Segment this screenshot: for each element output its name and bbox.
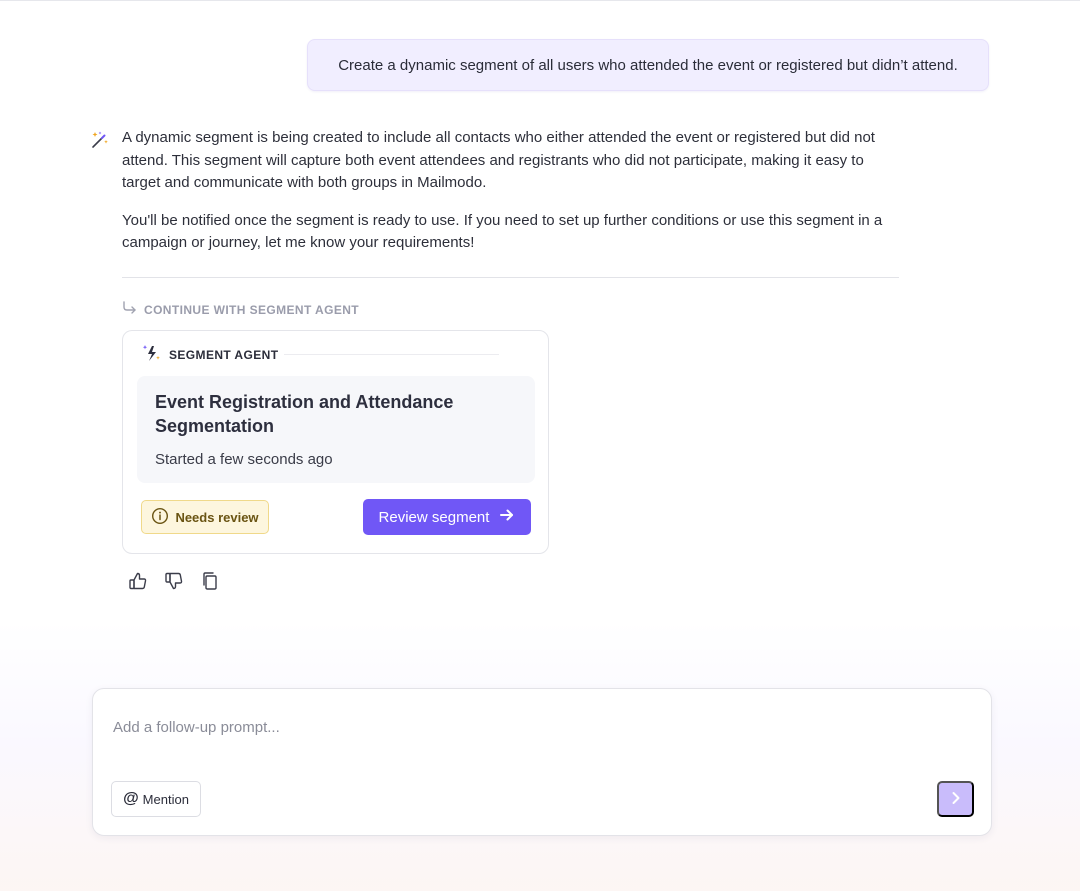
magic-wand-icon bbox=[90, 130, 110, 150]
status-badge: Needs review bbox=[141, 500, 269, 534]
sparkle-icon bbox=[141, 343, 161, 366]
review-segment-label: Review segment bbox=[378, 508, 490, 526]
info-icon bbox=[151, 507, 169, 528]
agent-task-summary: Event Registration and Attendance Segmen… bbox=[137, 376, 535, 483]
top-divider bbox=[0, 0, 1080, 2]
thumbs-up-icon[interactable] bbox=[128, 570, 148, 592]
thumbs-down-icon[interactable] bbox=[164, 570, 184, 592]
status-badge-label: Needs review bbox=[175, 509, 259, 525]
response-divider bbox=[122, 277, 899, 278]
return-arrow-icon bbox=[122, 301, 138, 318]
send-button[interactable] bbox=[937, 781, 974, 817]
agent-card-header: SEGMENT AGENT bbox=[141, 343, 278, 366]
review-segment-button[interactable]: Review segment bbox=[363, 499, 531, 535]
mention-label: Mention bbox=[142, 791, 189, 807]
follow-up-prompt-input[interactable] bbox=[113, 715, 953, 739]
user-message-bubble: Create a dynamic segment of all users wh… bbox=[307, 39, 989, 91]
user-message-text: Create a dynamic segment of all users wh… bbox=[338, 56, 958, 74]
agent-task-title: Event Registration and Attendance Segmen… bbox=[155, 392, 454, 436]
arrow-right-icon bbox=[499, 508, 515, 526]
mention-button[interactable]: @ Mention bbox=[111, 781, 201, 817]
feedback-actions bbox=[128, 570, 220, 592]
agent-card-header-text: SEGMENT AGENT bbox=[169, 347, 279, 362]
segment-agent-card: SEGMENT AGENT Event Registration and Att… bbox=[122, 330, 549, 554]
agent-task-timestamp: Started a few seconds ago bbox=[155, 451, 333, 468]
continue-label-text: CONTINUE WITH SEGMENT AGENT bbox=[144, 302, 360, 317]
assistant-paragraph: A dynamic segment is being created to in… bbox=[122, 129, 875, 191]
header-divider bbox=[284, 354, 499, 355]
copy-icon[interactable] bbox=[200, 570, 220, 592]
at-sign-icon: @ bbox=[123, 790, 139, 807]
prompt-composer: @ Mention bbox=[92, 688, 992, 836]
continue-with-agent-label: CONTINUE WITH SEGMENT AGENT bbox=[122, 301, 359, 318]
assistant-paragraph: You'll be notified once the segment is r… bbox=[122, 211, 883, 252]
chevron-right-icon bbox=[950, 791, 962, 808]
assistant-response: A dynamic segment is being created to in… bbox=[122, 127, 898, 255]
